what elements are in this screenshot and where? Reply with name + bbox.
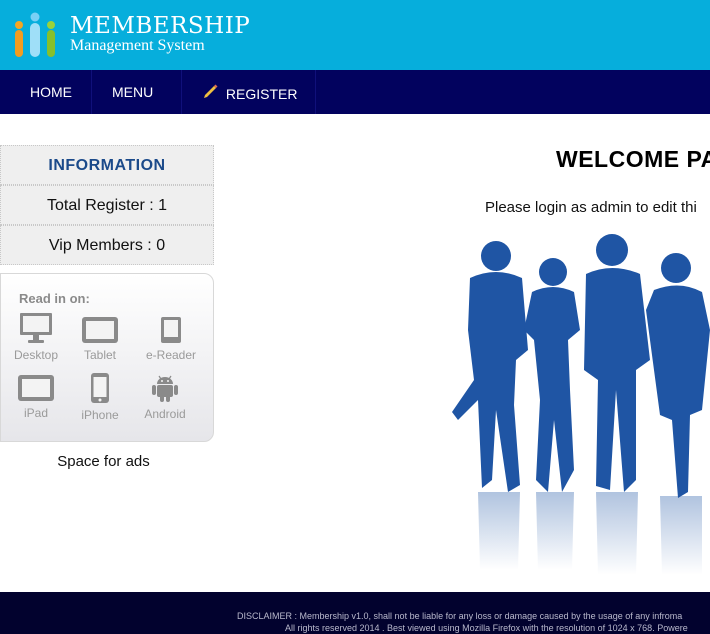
nav-register-link[interactable]: REGISTER [182, 70, 316, 114]
nav-home-link[interactable]: HOME [0, 70, 92, 114]
read-in-on-label: Read in on: [19, 291, 90, 306]
device-android-label: Android [144, 407, 186, 421]
device-iphone-label: iPhone [81, 408, 119, 422]
ereader-icon [161, 317, 181, 343]
desktop-icon [20, 313, 52, 343]
nav-home-label: HOME [30, 84, 72, 100]
device-desktop-label: Desktop [13, 348, 59, 362]
vip-members-count: Vip Members : 0 [0, 225, 214, 265]
tablet-icon [82, 317, 118, 343]
device-android[interactable]: Android [130, 373, 200, 421]
device-tablet[interactable]: Tablet [65, 316, 135, 362]
device-ereader-label: e-Reader [145, 348, 197, 362]
pencil-icon [204, 84, 218, 98]
device-desktop[interactable]: Desktop [1, 312, 71, 362]
footer-rights: All rights reserved 2014 . Best viewed u… [285, 623, 688, 633]
footer-disclaimer: DISCLAIMER : Membership v1.0, shall not … [237, 611, 683, 621]
device-tablet-label: Tablet [83, 348, 117, 362]
device-ipad-label: iPad [23, 406, 49, 420]
ipad-icon [18, 375, 54, 401]
ads-space: Space for ads [57, 453, 150, 470]
device-ipad[interactable]: iPad [1, 374, 71, 420]
iphone-icon [91, 373, 109, 403]
device-ereader[interactable]: e-Reader [136, 316, 206, 362]
footer: DISCLAIMER : Membership v1.0, shall not … [0, 592, 710, 634]
nav-menu-link[interactable]: MENU [92, 70, 182, 114]
nav-menu-label: MENU [112, 84, 154, 100]
nav-register-label: REGISTER [225, 86, 298, 102]
welcome-title: WELCOME PA [556, 146, 710, 172]
logo-title: MEMBERSHIP [70, 13, 251, 39]
read-in-on-panel: Read in on: Desktop Tablet e-Reader iPad [0, 273, 214, 442]
device-iphone[interactable]: iPhone [65, 372, 135, 422]
main-navigation: HOME MENU REGISTER [0, 70, 710, 114]
android-icon [152, 375, 178, 402]
people-silhouette-image [452, 234, 710, 575]
logo-subtitle: Management System [70, 37, 205, 54]
people-group-icon [15, 12, 55, 57]
login-instruction: Please login as admin to edit thi [485, 199, 697, 216]
total-register-count: Total Register : 1 [0, 185, 214, 225]
information-heading: INFORMATION [0, 145, 214, 185]
header-banner: MEMBERSHIP Management System [0, 0, 710, 70]
